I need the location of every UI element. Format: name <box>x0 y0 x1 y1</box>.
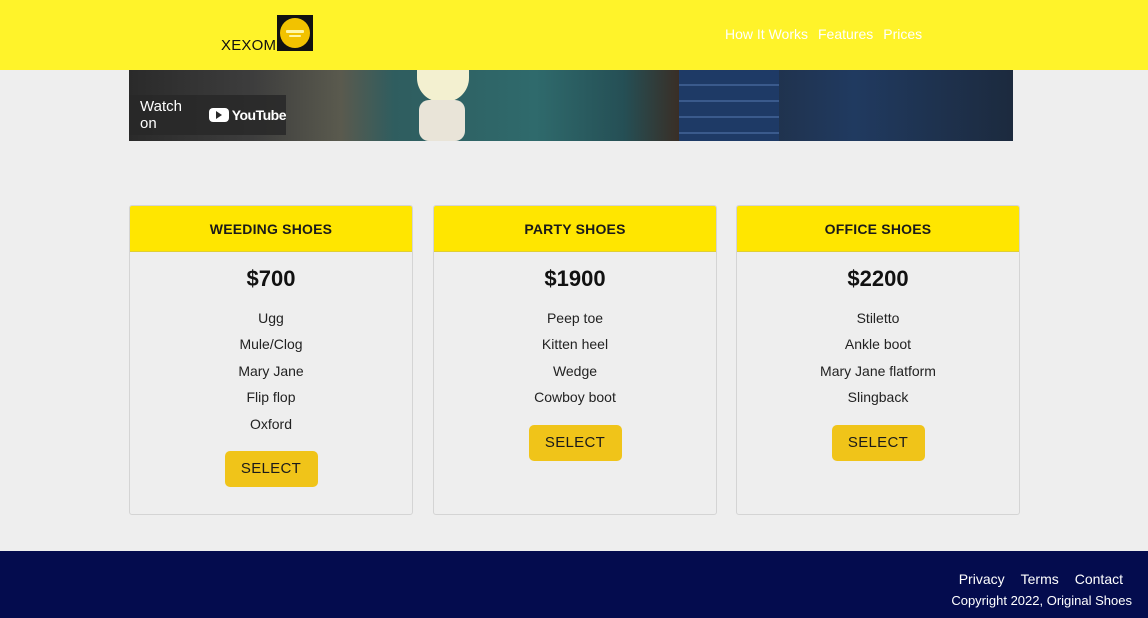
youtube-logo-icon: YouTube <box>208 107 287 123</box>
plan-title: WEEDING SHOES <box>130 206 412 252</box>
plan-item: Wedge <box>552 362 598 379</box>
plan-price: $2200 <box>847 266 909 291</box>
select-button[interactable]: SELECT <box>831 424 925 461</box>
plan-item: Mule/Clog <box>239 336 303 353</box>
site-header: XEXOM How It Works Features Prices <box>0 0 1148 70</box>
site-footer: Privacy Terms Contact Copyright 2022, Or… <box>0 551 1148 618</box>
footer-links: Privacy Terms Contact <box>959 571 1123 587</box>
plan-item: Oxford <box>249 415 292 432</box>
nav-prices[interactable]: Prices <box>883 26 922 42</box>
video-frame-shelf <box>679 70 779 141</box>
select-button[interactable]: SELECT <box>224 450 318 487</box>
footer-link-contact[interactable]: Contact <box>1075 571 1123 587</box>
youtube-play-icon <box>208 108 229 122</box>
plan-price: $1900 <box>544 266 606 291</box>
plan-title: OFFICE SHOES <box>737 206 1019 252</box>
plan-card-wedding: WEEDING SHOES $700 Ugg Mule/Clog Mary Ja… <box>129 205 413 515</box>
plan-title: PARTY SHOES <box>434 206 716 252</box>
brand-name[interactable]: XEXOM <box>221 37 276 54</box>
plan-item: Stiletto <box>856 310 900 326</box>
plan-card-party: PARTY SHOES $1900 Peep toe Kitten heel W… <box>433 205 717 515</box>
plan-item: Kitten heel <box>541 336 609 353</box>
plan-price: $700 <box>246 266 296 291</box>
plan-items: Stiletto Ankle boot Mary Jane flatform S… <box>737 305 1019 411</box>
copyright-text: Copyright 2022, Original Shoes <box>951 593 1132 608</box>
nav-how-it-works[interactable]: How It Works <box>725 26 808 42</box>
main-nav: How It Works Features Prices <box>725 26 922 42</box>
plan-item: Cowboy boot <box>534 389 616 406</box>
plan-item: Mary Jane <box>238 362 304 379</box>
plan-item: Peep toe <box>546 310 604 326</box>
plan-item: Ankle boot <box>844 336 912 353</box>
plan-item: Ugg <box>258 310 284 326</box>
video-frame-hand <box>419 100 465 141</box>
plan-item: Mary Jane flatform <box>820 362 936 379</box>
watch-on-label: Watch on <box>140 98 182 132</box>
plan-items: Peep toe Kitten heel Wedge Cowboy boot <box>434 305 716 411</box>
watch-on-youtube-button[interactable]: Watch on YouTube <box>129 95 287 135</box>
plan-item: Flip flop <box>246 389 296 406</box>
plan-items: Ugg Mule/Clog Mary Jane Flip flop Oxford <box>130 305 412 437</box>
footer-link-privacy[interactable]: Privacy <box>959 571 1005 587</box>
brand-logo-icon[interactable] <box>277 15 313 51</box>
nav-features[interactable]: Features <box>818 26 873 42</box>
select-button[interactable]: SELECT <box>528 424 622 461</box>
plan-item: Slingback <box>847 389 909 406</box>
plan-card-office: OFFICE SHOES $2200 Stiletto Ankle boot M… <box>736 205 1020 515</box>
video-frame-cup <box>417 70 469 102</box>
footer-link-terms[interactable]: Terms <box>1021 571 1059 587</box>
